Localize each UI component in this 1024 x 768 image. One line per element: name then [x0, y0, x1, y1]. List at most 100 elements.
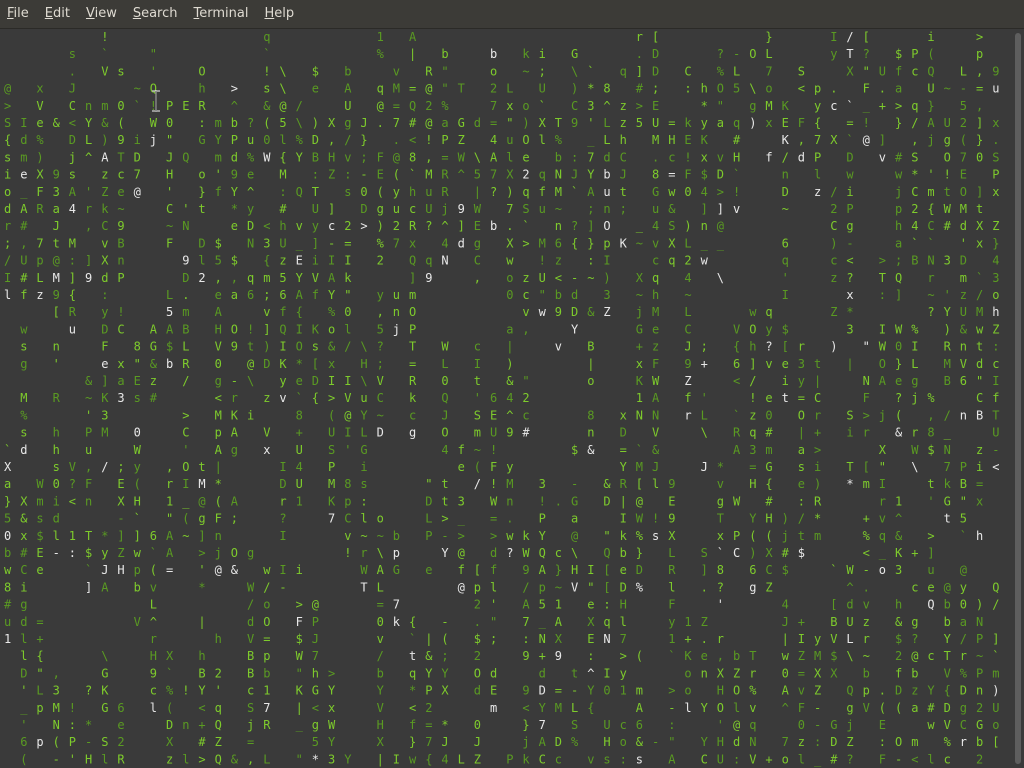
- rain-glyph: t: [198, 202, 205, 216]
- rain-glyph: n: [603, 202, 610, 216]
- rain-glyph: t: [247, 340, 254, 354]
- rain-glyph: M: [506, 477, 513, 491]
- rain-glyph-head: t: [782, 391, 789, 405]
- rain-glyph: 1: [263, 684, 270, 698]
- menu-terminal[interactable]: Terminal: [186, 0, 257, 28]
- rain-glyph: 5: [215, 254, 222, 268]
- rain-glyph: >: [328, 391, 335, 405]
- rain-glyph: 8: [717, 563, 724, 577]
- rain-glyph-head: h: [992, 305, 999, 319]
- rain-glyph: P: [425, 684, 432, 698]
- rain-glyph: G: [150, 340, 157, 354]
- rain-glyph: Q: [215, 718, 222, 732]
- rain-glyph: _: [717, 236, 725, 250]
- rain-glyph: (: [328, 408, 335, 422]
- rain-glyph: d: [976, 357, 983, 371]
- terminal-output-area[interactable]: @ > S{s i o d r; / Il ` Xa} 5 0 b w 8 # u 1 Id m e _ A #, U # f w s g M…: [0, 29, 1012, 768]
- rain-glyph-head: Y: [571, 322, 579, 336]
- rain-glyph: y: [312, 219, 319, 233]
- rain-glyph: A: [587, 185, 595, 199]
- rain-glyph: D: [620, 580, 627, 594]
- rain-glyph: v: [652, 236, 659, 250]
- rain-glyph: `: [296, 391, 303, 405]
- rain-glyph: :: [620, 752, 627, 766]
- rain-glyph: U: [296, 443, 303, 457]
- rain-glyph: =: [798, 666, 805, 680]
- rain-glyph: n: [215, 529, 222, 543]
- rain-glyph-head: c: [328, 219, 335, 233]
- rain-glyph: ]: [879, 133, 886, 147]
- rain-glyph: I: [879, 322, 886, 336]
- rain-glyph: b: [976, 735, 983, 749]
- rain-glyph: ): [749, 546, 756, 560]
- rain-glyph: ;: [620, 202, 627, 216]
- rain-glyph: 9: [522, 649, 529, 663]
- rain-glyph: D: [960, 684, 967, 698]
- rain-glyph: ]: [328, 202, 335, 216]
- rain-glyph: a: [911, 701, 918, 715]
- rain-glyph: i: [53, 494, 60, 508]
- rain-glyph: z: [279, 254, 286, 268]
- rain-glyph: W: [458, 150, 466, 164]
- rain-glyph: &: [150, 357, 158, 371]
- rain-glyph: $: [701, 168, 708, 182]
- rain-glyph: %: [863, 529, 871, 543]
- rain-glyph: s: [134, 391, 141, 405]
- rain-glyph-head: z: [36, 288, 43, 302]
- rain-glyph: Y: [587, 168, 595, 182]
- menu-view[interactable]: View: [78, 0, 125, 28]
- rain-glyph: y: [134, 460, 141, 474]
- rain-glyph: 1: [620, 684, 627, 698]
- rain-glyph: B: [182, 322, 189, 336]
- menu-file[interactable]: File: [0, 0, 37, 28]
- rain-glyph: A: [150, 322, 158, 336]
- rain-glyph: F: [36, 185, 43, 199]
- rain-glyph: ;: [117, 460, 124, 474]
- rain-glyph: o: [782, 752, 789, 766]
- rain-glyph: P: [409, 322, 416, 336]
- rain-glyph: $: [166, 340, 173, 354]
- rain-glyph: M: [69, 236, 76, 250]
- rain-glyph: P: [976, 666, 983, 680]
- rain-glyph: u: [506, 133, 513, 147]
- rain-glyph: d: [539, 666, 546, 680]
- menu-edit[interactable]: Edit: [37, 0, 78, 28]
- rain-glyph: V: [312, 271, 319, 285]
- rain-glyph: D: [425, 494, 432, 508]
- menu-help[interactable]: Help: [256, 0, 302, 28]
- rain-glyph: P: [328, 460, 335, 474]
- scrollbar-thumb[interactable]: [1015, 33, 1021, 764]
- rain-glyph: W: [944, 202, 952, 216]
- rain-glyph: _: [863, 99, 871, 113]
- rain-glyph: B: [198, 666, 205, 680]
- rain-glyph: -: [814, 701, 821, 715]
- rain-glyph: z: [911, 684, 918, 698]
- rain-glyph-head: \: [911, 460, 918, 474]
- rain-glyph: #: [765, 426, 773, 440]
- rain-glyph: O: [522, 133, 529, 147]
- menu-search[interactable]: Search: [125, 0, 186, 28]
- rain-glyph: A: [539, 563, 547, 577]
- rain-glyph: ?: [425, 219, 432, 233]
- rain-glyph: ): [36, 150, 43, 164]
- rain-glyph: S: [4, 116, 11, 130]
- rain-glyph: D: [20, 666, 27, 680]
- rain-glyph: n: [85, 99, 92, 113]
- rain-glyph-head: d: [458, 236, 465, 250]
- rain-glyph: X: [830, 133, 838, 147]
- rain-glyph: W: [441, 340, 449, 354]
- rain-glyph: ': [927, 494, 934, 508]
- rain-glyph: ': [20, 718, 27, 732]
- rain-glyph: !: [490, 477, 497, 491]
- terminal-scrollbar[interactable]: [1012, 29, 1024, 768]
- rain-glyph: ): [944, 322, 951, 336]
- rain-glyph: l: [20, 632, 27, 646]
- rain-glyph: -: [360, 168, 367, 182]
- rain-glyph: /: [798, 512, 805, 526]
- rain-glyph: o: [620, 735, 627, 749]
- rain-glyph-head: 9: [85, 271, 92, 285]
- rain-glyph: +: [879, 99, 886, 113]
- rain-glyph: A: [668, 752, 676, 766]
- rain-glyph: w: [976, 322, 984, 336]
- rain-glyph: D: [603, 494, 610, 508]
